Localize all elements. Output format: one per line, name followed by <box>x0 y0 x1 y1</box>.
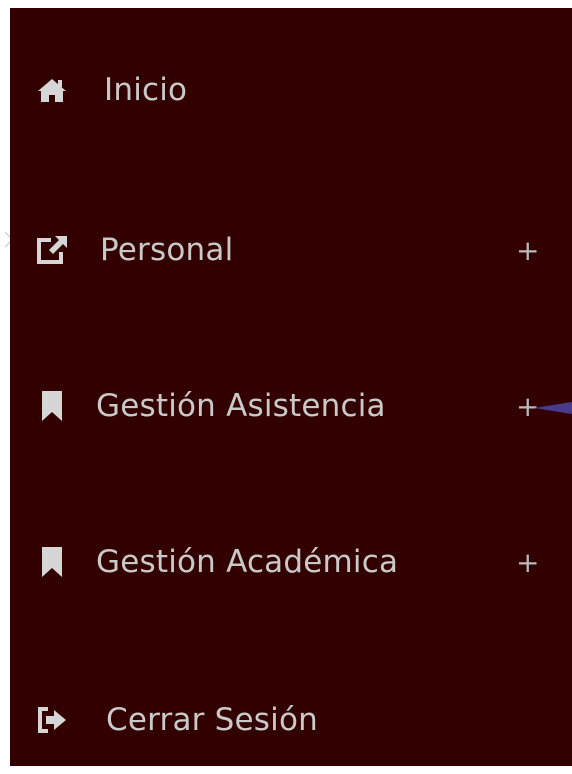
logout-icon <box>34 702 70 738</box>
sidebar-menu: Inicio Personal + Gestión Asistencia + G… <box>10 8 572 766</box>
sidebar-item-label: Gestión Académica <box>96 544 399 580</box>
home-icon <box>34 72 70 108</box>
sidebar-item-personal[interactable]: Personal + <box>10 220 572 280</box>
active-indicator-arrow <box>534 402 572 414</box>
expand-plus-icon[interactable]: + <box>516 234 539 267</box>
sidebar-item-label: Personal <box>100 232 234 268</box>
sidebar-item-inicio[interactable]: Inicio <box>10 60 572 120</box>
expand-plus-icon[interactable]: + <box>516 546 539 579</box>
sidebar-item-gestion-academica[interactable]: Gestión Académica + <box>10 532 572 592</box>
bookmark-icon <box>34 544 70 580</box>
sidebar-item-label: Gestión Asistencia <box>96 388 386 424</box>
sidebar-item-label: Inicio <box>104 72 188 108</box>
sidebar-item-label: Cerrar Sesión <box>106 702 318 738</box>
external-link-icon <box>34 232 70 268</box>
sidebar-item-cerrar-sesion[interactable]: Cerrar Sesión <box>10 690 572 750</box>
sidebar-item-gestion-asistencia[interactable]: Gestión Asistencia + <box>10 376 572 436</box>
bookmark-icon <box>34 388 70 424</box>
